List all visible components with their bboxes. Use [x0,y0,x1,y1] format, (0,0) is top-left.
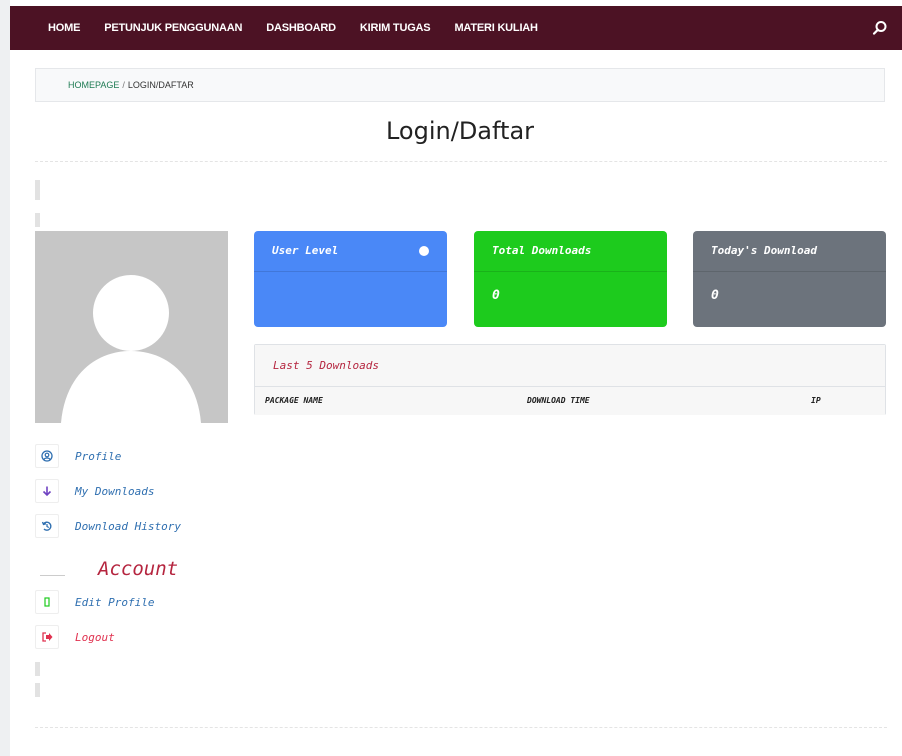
breadcrumb: HOMEPAGE / LOGIN/DAFTAR [35,68,885,102]
total-downloads-label: Total Downloads [474,231,667,272]
history-icon [35,514,59,538]
page-title: Login/Daftar [385,117,535,145]
menu-my-downloads[interactable]: My Downloads [35,479,154,503]
user-circle-icon [35,444,59,468]
nav-petunjuk-penggunaan[interactable]: PETUNJUK PENGGUNAAN [92,6,254,50]
sign-out-icon [35,625,59,649]
total-downloads-value: 0 [492,288,500,303]
account-divider [40,575,65,576]
nav-kirim-tugas[interactable]: KIRIM TUGAS [348,6,443,50]
footer-divider [35,727,887,728]
status-dot-icon [419,246,429,256]
menu-edit-profile-label: Edit Profile [75,595,155,609]
today-download-label: Today's Download [693,231,886,272]
last-downloads-title: Last 5 Downloads [255,345,885,387]
user-level-card: User Level [254,231,447,327]
account-heading: Account [98,558,179,580]
nav-materi-kuliah[interactable]: MATERI KULIAH [442,6,549,50]
menu-download-history[interactable]: Download History [35,514,181,538]
downloads-table-header: PACKAGE NAME DOWNLOAD TIME IP [255,387,885,415]
decorative-bar [35,213,40,227]
last-downloads-panel: Last 5 Downloads PACKAGE NAME DOWNLOAD T… [254,344,886,415]
menu-logout-label: Logout [75,630,115,644]
breadcrumb-current: LOGIN/DAFTAR [127,80,194,90]
menu-download-history-label: Download History [75,519,181,533]
breadcrumb-home-link[interactable]: HOMEPAGE [68,80,119,90]
menu-logout[interactable]: Logout [35,625,115,649]
decorative-bar [35,683,40,697]
user-silhouette-icon [61,275,201,423]
title-divider [35,161,887,162]
total-downloads-card: Total Downloads 0 [474,231,667,327]
arrow-down-icon [35,479,59,503]
search-icon[interactable] [870,18,890,38]
decorative-bar [35,180,40,200]
column-ip: IP [811,396,821,405]
top-navbar: HOME PETUNJUK PENGGUNAAN DASHBOARD KIRIM… [10,6,902,50]
decorative-bar [35,662,40,676]
column-download-time: DOWNLOAD TIME [527,396,590,405]
menu-edit-profile[interactable]: Edit Profile [35,590,154,614]
breadcrumb-separator: / [122,80,125,90]
avatar [35,231,228,423]
today-download-value: 0 [711,288,719,303]
page-left-strip [0,0,10,756]
nav-dashboard[interactable]: DASHBOARD [254,6,348,50]
menu-profile-label: Profile [75,449,122,463]
today-download-card: Today's Download 0 [693,231,886,327]
menu-my-downloads-label: My Downloads [75,484,155,498]
edit-icon [35,590,59,614]
menu-profile[interactable]: Profile [35,444,121,468]
column-package-name: PACKAGE NAME [265,396,323,405]
nav-home[interactable]: HOME [10,6,92,50]
